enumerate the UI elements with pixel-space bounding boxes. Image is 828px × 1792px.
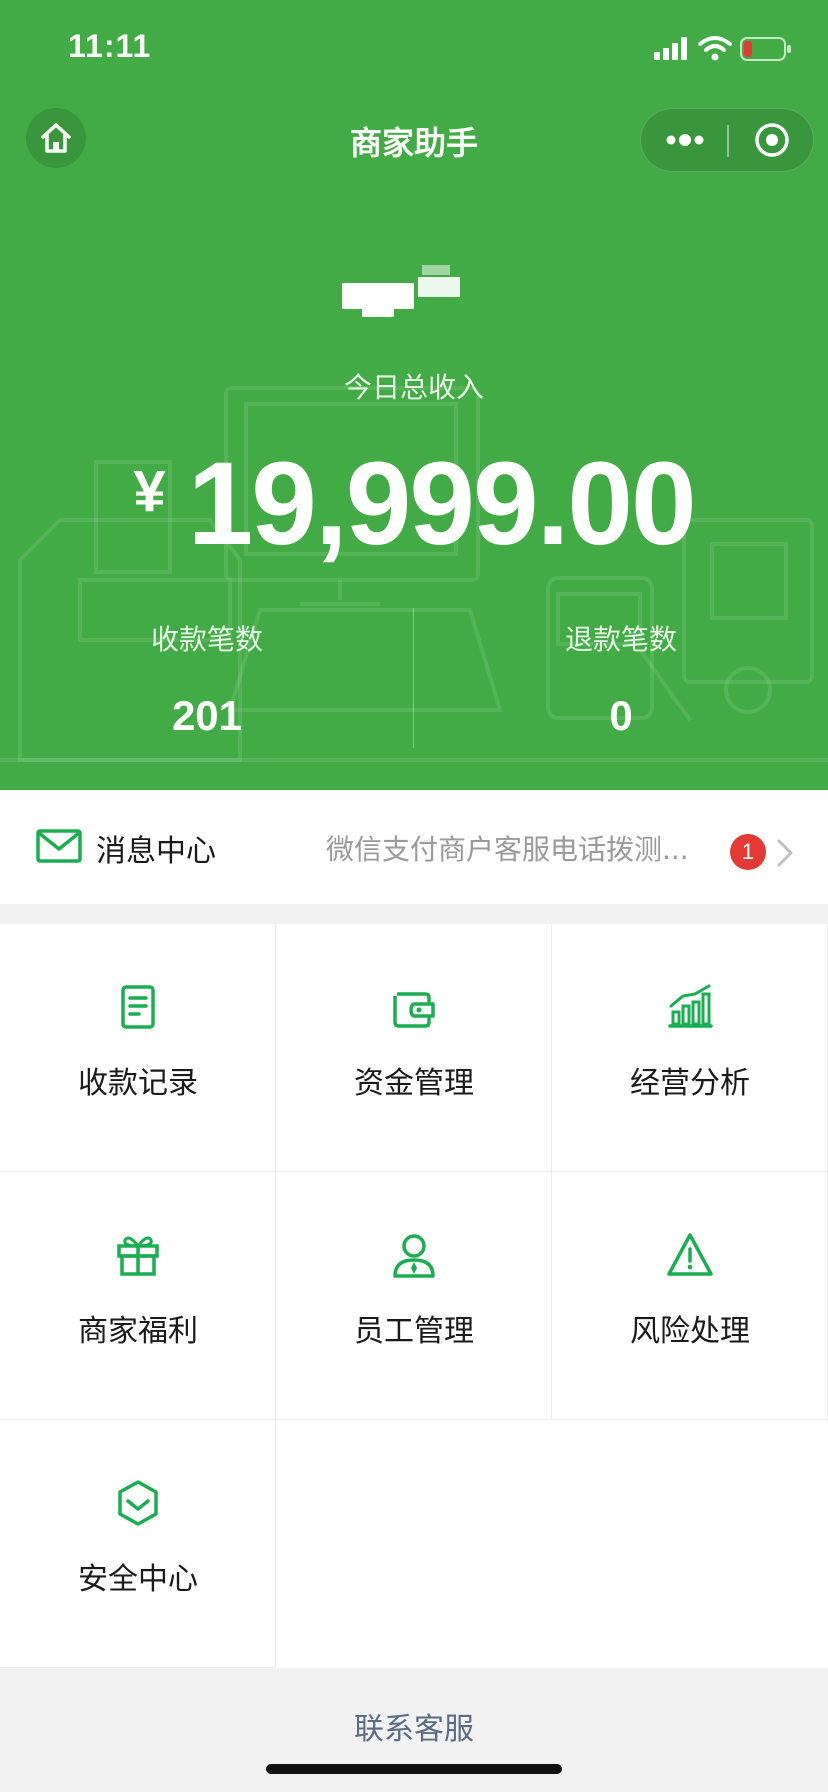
currency-symbol: ¥: [133, 459, 166, 524]
grid-item-label: 风险处理: [630, 1314, 750, 1349]
grid-item-label: 安全中心: [78, 1562, 198, 1597]
grid-item-risk-handling[interactable]: 风险处理: [552, 1172, 828, 1420]
more-button[interactable]: [641, 109, 728, 171]
more-dots-icon: [666, 134, 703, 146]
refund-count-stat[interactable]: 退款笔数 0: [414, 600, 828, 740]
wallet-icon: [393, 992, 435, 1028]
navigation-bar: 商家助手: [0, 100, 828, 180]
mini-program-capsule: [640, 108, 814, 172]
unread-badge: 1: [730, 834, 766, 870]
amount-value: 19,999.00: [187, 438, 697, 570]
merchant-name-redacted: [338, 265, 462, 319]
grid-item-fund-management[interactable]: 资金管理: [276, 924, 552, 1172]
stat-value: 201: [171, 692, 243, 739]
receipt-icon: [121, 985, 155, 1029]
grid-item-label: 商家福利: [78, 1314, 198, 1349]
grid-item-label: 员工管理: [354, 1314, 474, 1349]
gift-icon: [117, 1236, 159, 1276]
message-center-title: 消息中心: [96, 834, 216, 869]
cellular-signal-icon: [654, 37, 687, 60]
income-label: 今日总收入: [343, 371, 484, 404]
warning-icon: [667, 1233, 713, 1276]
header-banner: 11:11 商家助手 今日总收入 ¥ 19,999.00 收款笔数 201 退款…: [0, 0, 828, 790]
chevron-right-icon: [777, 839, 793, 867]
grid-empty-cell: [276, 1420, 552, 1668]
stat-value: 0: [609, 692, 633, 739]
status-bar: 11:11: [0, 0, 828, 100]
stat-label: 退款笔数: [564, 623, 677, 656]
grid-item-label: 资金管理: [354, 1066, 474, 1101]
battery-icon: [740, 37, 791, 61]
shield-icon: [118, 1480, 158, 1526]
grid-item-payment-records[interactable]: 收款记录: [0, 924, 276, 1172]
message-center-row[interactable]: 消息中心 微信支付商户客服电话拨测...: [0, 790, 828, 904]
contact-support-link[interactable]: 联系客服: [0, 1704, 828, 1748]
grid-item-label: 经营分析: [630, 1066, 750, 1101]
grid-item-merchant-benefits[interactable]: 商家福利: [0, 1172, 276, 1420]
close-mini-program-button[interactable]: [729, 109, 815, 171]
stat-label: 收款笔数: [150, 623, 263, 656]
grid-item-label: 收款记录: [78, 1066, 198, 1101]
function-grid: 收款记录 资金管理 经营分析 商家福利 员工管理 风险处理 安全中心: [0, 924, 828, 1668]
wifi-icon: [698, 36, 732, 61]
status-time: 11:11: [68, 28, 152, 64]
bar-chart-icon: [668, 984, 713, 1028]
target-circle-icon: [755, 123, 789, 157]
staff-icon: [393, 1234, 435, 1278]
transaction-stats: 收款笔数 201 退款笔数 0: [0, 600, 828, 750]
grid-item-business-analysis[interactable]: 经营分析: [552, 924, 828, 1172]
message-preview: 微信支付商户客服电话拨测...: [326, 833, 689, 866]
home-indicator[interactable]: [266, 1764, 562, 1774]
mail-icon: [36, 829, 82, 863]
grid-item-staff-management[interactable]: 员工管理: [276, 1172, 552, 1420]
income-amount: ¥19,999.00: [0, 436, 828, 572]
grid-item-security-center[interactable]: 安全中心: [0, 1420, 276, 1668]
payment-count-stat[interactable]: 收款笔数 201: [0, 600, 414, 740]
